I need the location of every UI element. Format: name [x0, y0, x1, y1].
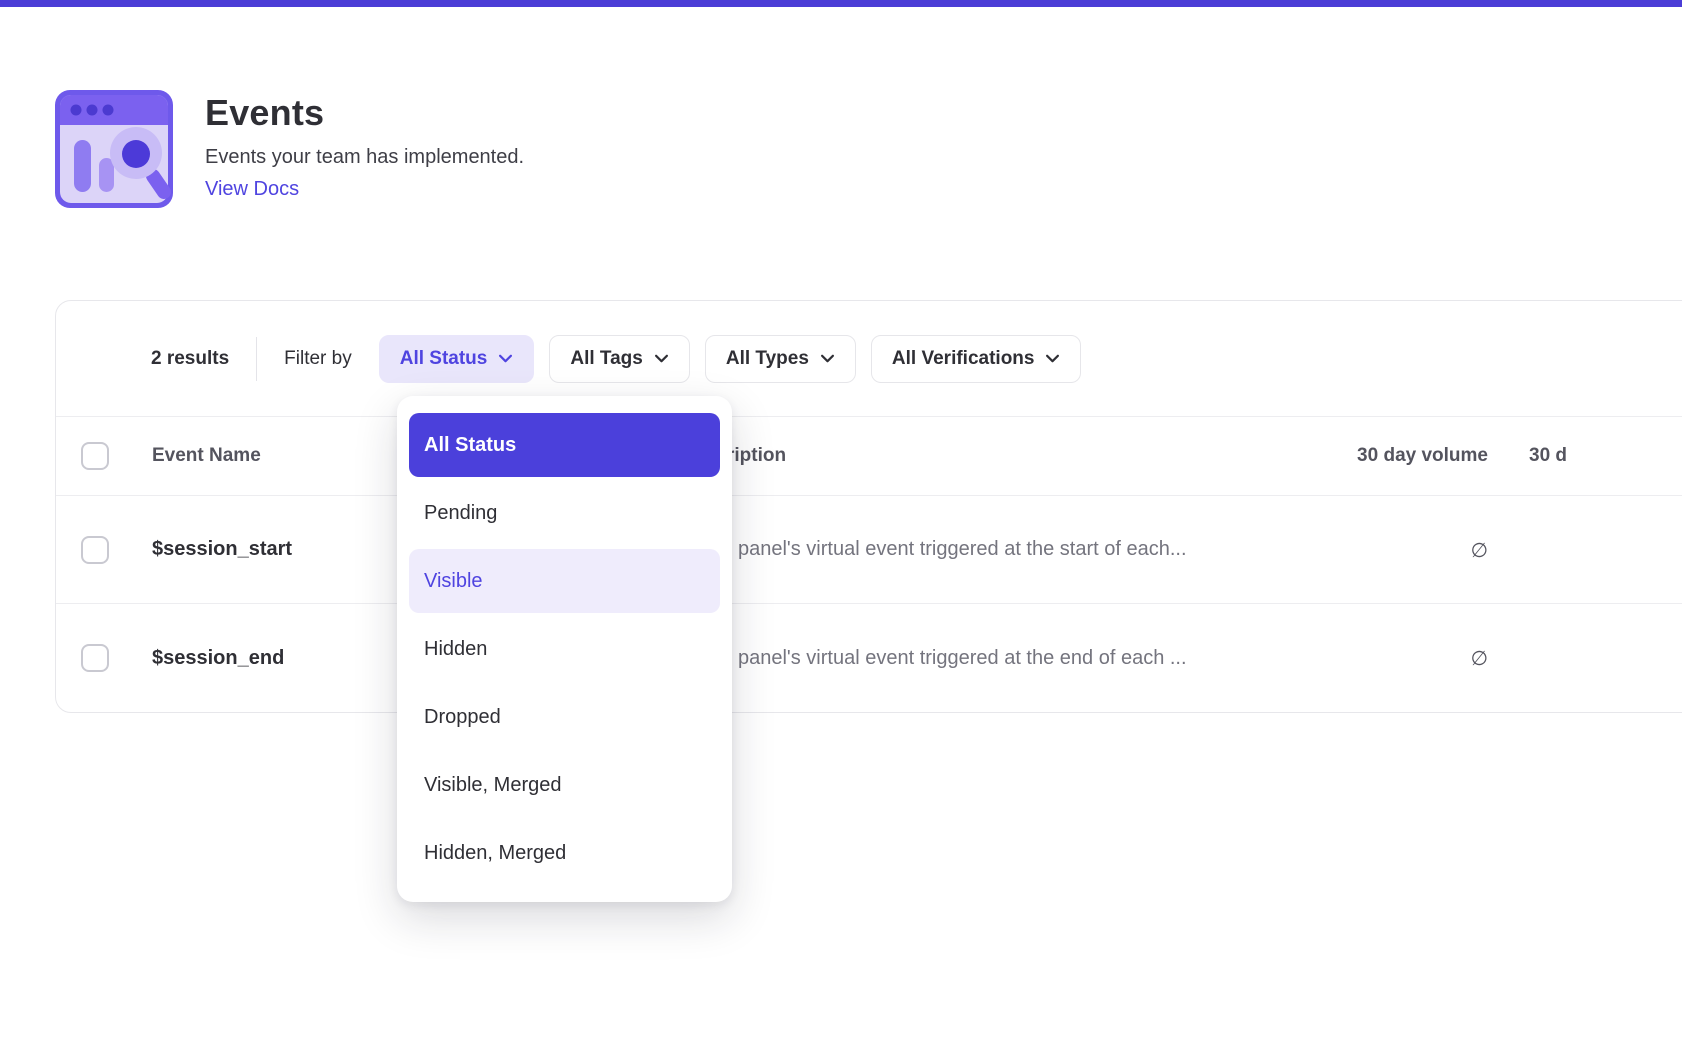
- view-docs-link[interactable]: View Docs: [205, 178, 299, 201]
- chevron-down-icon: [498, 354, 513, 363]
- results-count: 2 results: [151, 348, 229, 370]
- status-dropdown-menu: All Status Pending Visible Hidden Droppe…: [397, 396, 732, 902]
- types-filter-label: All Types: [726, 348, 809, 370]
- event-description-partial: panel's virtual event triggered at the s…: [658, 538, 1341, 561]
- dropdown-option-visible-merged[interactable]: Visible, Merged: [409, 753, 720, 817]
- column-header-30-day-partial[interactable]: 30 d: [1501, 445, 1682, 467]
- verifications-filter-label: All Verifications: [892, 348, 1035, 370]
- dropdown-option-visible[interactable]: Visible: [409, 549, 720, 613]
- events-lexicon-icon: [55, 90, 173, 208]
- page-subtitle: Events your team has implemented.: [205, 146, 524, 169]
- toolbar-divider: [256, 337, 257, 381]
- tags-filter-button[interactable]: All Tags: [549, 335, 690, 383]
- verifications-filter-button[interactable]: All Verifications: [871, 335, 1082, 383]
- table-row-session-start[interactable]: $session_start panel's virtual event tri…: [56, 496, 1682, 604]
- column-header-30-day-volume[interactable]: 30 day volume: [1341, 445, 1501, 467]
- event-30-day-volume: ∅: [1341, 538, 1501, 562]
- dropdown-option-all-status[interactable]: All Status: [409, 413, 720, 477]
- events-table-card: 2 results Filter by All Status All Tags …: [55, 300, 1682, 713]
- status-filter-label: All Status: [400, 348, 488, 370]
- page-header: Events Events your team has implemented.…: [55, 90, 524, 208]
- dropdown-option-pending[interactable]: Pending: [409, 481, 720, 545]
- filter-toolbar: 2 results Filter by All Status All Tags …: [56, 301, 1682, 417]
- table-row-session-end[interactable]: $session_end panel's virtual event trigg…: [56, 604, 1682, 712]
- table-header-row: Event Name ription 30 day volume 30 d: [56, 417, 1682, 496]
- column-header-description-partial[interactable]: ription: [658, 445, 1341, 467]
- types-filter-button[interactable]: All Types: [705, 335, 856, 383]
- row-checkbox[interactable]: [81, 536, 109, 564]
- browser-chart-magnifier-icon: [55, 90, 173, 208]
- row-checkbox[interactable]: [81, 644, 109, 672]
- chevron-down-icon: [654, 354, 669, 363]
- top-accent-bar: [0, 0, 1682, 7]
- tags-filter-label: All Tags: [570, 348, 643, 370]
- status-filter-button[interactable]: All Status: [379, 335, 535, 383]
- dropdown-option-dropped[interactable]: Dropped: [409, 685, 720, 749]
- event-30-day-volume: ∅: [1341, 646, 1501, 670]
- chevron-down-icon: [1045, 354, 1060, 363]
- dropdown-option-hidden[interactable]: Hidden: [409, 617, 720, 681]
- chevron-down-icon: [820, 354, 835, 363]
- filter-by-label: Filter by: [284, 348, 352, 370]
- select-all-checkbox[interactable]: [81, 442, 109, 470]
- event-description-partial: panel's virtual event triggered at the e…: [658, 647, 1341, 670]
- page-title: Events: [205, 92, 524, 134]
- dropdown-option-hidden-merged[interactable]: Hidden, Merged: [409, 821, 720, 885]
